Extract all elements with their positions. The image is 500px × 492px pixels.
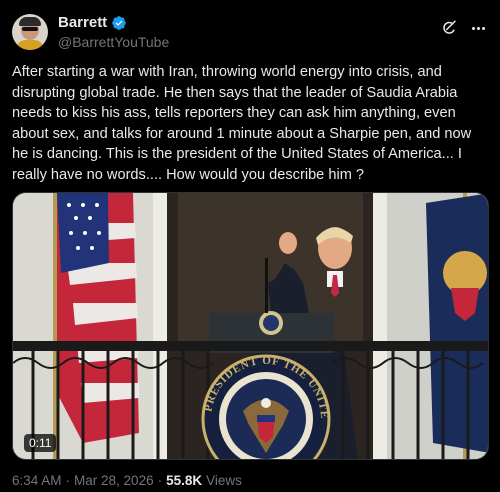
tweet-header: Barrett @BarrettYouTube	[12, 10, 488, 54]
more-options-icon[interactable]	[468, 19, 488, 37]
author-handle[interactable]: @BarrettYouTube	[58, 34, 169, 50]
tweet-meta: 6:34 AM · Mar 28, 2026 · 55.8K Views	[12, 473, 242, 488]
tweet-date[interactable]: Mar 28, 2026	[74, 473, 154, 488]
grok-icon[interactable]	[440, 19, 458, 37]
video-frame: PRESIDENT OF THE UNITED	[13, 193, 488, 459]
meta-separator: ·	[157, 473, 163, 488]
verified-badge-icon	[112, 15, 127, 30]
avatar[interactable]	[12, 14, 48, 50]
video-player[interactable]: PRESIDENT OF THE UNITED	[12, 192, 489, 460]
meta-separator: ·	[65, 473, 71, 488]
views-count[interactable]: 55.8K	[166, 473, 202, 488]
author-display-name[interactable]: Barrett	[58, 14, 107, 31]
tweet-text: After starting a war with Iran, throwing…	[12, 64, 476, 183]
author-name-row[interactable]: Barrett	[58, 14, 127, 31]
video-duration-badge: 0:11	[24, 434, 57, 452]
tweet-time[interactable]: 6:34 AM	[12, 473, 62, 488]
views-label: Views	[206, 473, 242, 488]
